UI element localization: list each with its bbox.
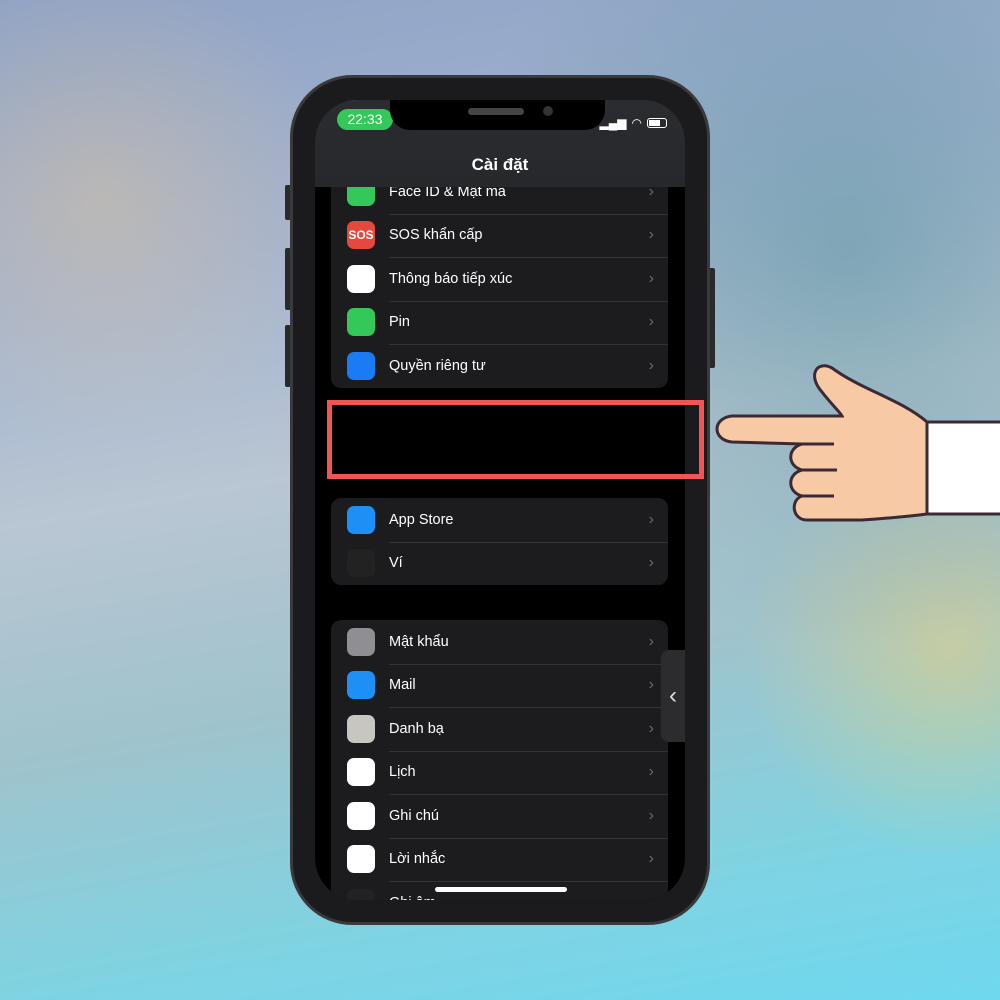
chevron-right-icon: › bbox=[648, 356, 654, 374]
page-title: Cài đặt bbox=[471, 155, 529, 174]
chevron-right-icon: › bbox=[648, 313, 654, 331]
settings-row-label: Ví bbox=[389, 555, 403, 572]
status-icons: ▂▄▆ ◠ bbox=[600, 116, 667, 130]
settings-group: Mật khẩu › Mail › Danh bạ › Lịch › Ghi chú › Lời n… bbox=[331, 620, 668, 900]
key-icon bbox=[347, 627, 375, 656]
pointing-hand-icon bbox=[715, 364, 1000, 522]
signal-icon: ▂▄▆ bbox=[599, 116, 627, 130]
settings-row-label: Ghi âm bbox=[389, 895, 649, 900]
phone-screen: 22:33 ▂▄▆◠ Cài đặt ›Siri & Tìm kiếm›Face… bbox=[315, 100, 685, 900]
chevron-right-icon: › bbox=[648, 554, 654, 572]
settings-row-label: Ghi chú bbox=[389, 807, 439, 824]
chevron-right-icon: › bbox=[648, 632, 654, 650]
chevron-right-icon: › bbox=[648, 269, 654, 287]
sos-icon: SOS bbox=[347, 221, 375, 250]
settings-row[interactable]: Lịch › bbox=[331, 750, 668, 795]
highlight-box bbox=[327, 400, 704, 479]
settings-row[interactable]: Thông báo tiếp xúc › bbox=[331, 257, 668, 301]
settings-row-label: Pin bbox=[389, 314, 410, 331]
hand-icon bbox=[347, 351, 375, 380]
chevron-right-icon: › bbox=[648, 850, 654, 868]
assistive-side-tab[interactable]: ‹ bbox=[661, 650, 685, 742]
settings-row-label: Mật khẩu bbox=[389, 633, 449, 650]
status-time: 22:33 bbox=[337, 109, 393, 130]
settings-row[interactable]: Quyền riêng tư › bbox=[331, 344, 668, 388]
home-indicator[interactable] bbox=[435, 887, 567, 892]
chevron-right-icon: › bbox=[648, 806, 654, 824]
voice-memos-icon bbox=[347, 888, 375, 900]
settings-row[interactable]: Mật khẩu › bbox=[331, 620, 668, 664]
chevron-right-icon: › bbox=[648, 763, 654, 781]
settings-row-label: Thông báo tiếp xúc bbox=[389, 270, 513, 287]
settings-row-label: Lời nhắc bbox=[389, 851, 446, 868]
settings-row-label: Quyền riêng tư bbox=[389, 357, 486, 374]
settings-row-label: Mail bbox=[389, 677, 416, 694]
chevron-right-icon: › bbox=[648, 676, 654, 694]
settings-row[interactable]: Mail › bbox=[331, 663, 668, 708]
settings-row[interactable]: Ví › bbox=[331, 541, 668, 586]
settings-row-label: Lịch bbox=[389, 764, 416, 781]
settings-row[interactable]: Danh bạ › bbox=[331, 707, 668, 751]
notes-icon bbox=[347, 801, 375, 830]
reminders-icon bbox=[347, 845, 375, 874]
wallet-icon bbox=[347, 549, 375, 578]
battery-icon bbox=[347, 308, 375, 337]
battery-status-icon bbox=[647, 118, 667, 128]
settings-row-label: Danh bạ bbox=[389, 720, 444, 737]
chevron-right-icon: › bbox=[649, 894, 654, 900]
settings-row[interactable]: SOS SOS khẩn cấp › bbox=[331, 213, 668, 258]
app-store-icon bbox=[347, 505, 375, 534]
settings-row-label: SOS khẩn cấp bbox=[389, 227, 483, 244]
chevron-right-icon: › bbox=[648, 719, 654, 737]
wifi-icon: ◠ bbox=[631, 116, 642, 130]
notch bbox=[390, 100, 605, 130]
contacts-icon bbox=[347, 714, 375, 743]
settings-row[interactable]: Ghi chú › bbox=[331, 794, 668, 838]
mail-icon bbox=[347, 671, 375, 700]
settings-row-label: App Store bbox=[389, 511, 454, 528]
settings-row[interactable]: Lời nhắc › bbox=[331, 837, 668, 882]
calendar-icon bbox=[347, 758, 375, 787]
settings-group: App Store › Ví › bbox=[331, 498, 668, 585]
chevron-right-icon: › bbox=[648, 510, 654, 528]
settings-row[interactable]: Pin › bbox=[331, 300, 668, 345]
exposure-icon bbox=[347, 264, 375, 293]
chevron-right-icon: › bbox=[648, 226, 654, 244]
settings-row[interactable]: App Store › bbox=[331, 498, 668, 542]
